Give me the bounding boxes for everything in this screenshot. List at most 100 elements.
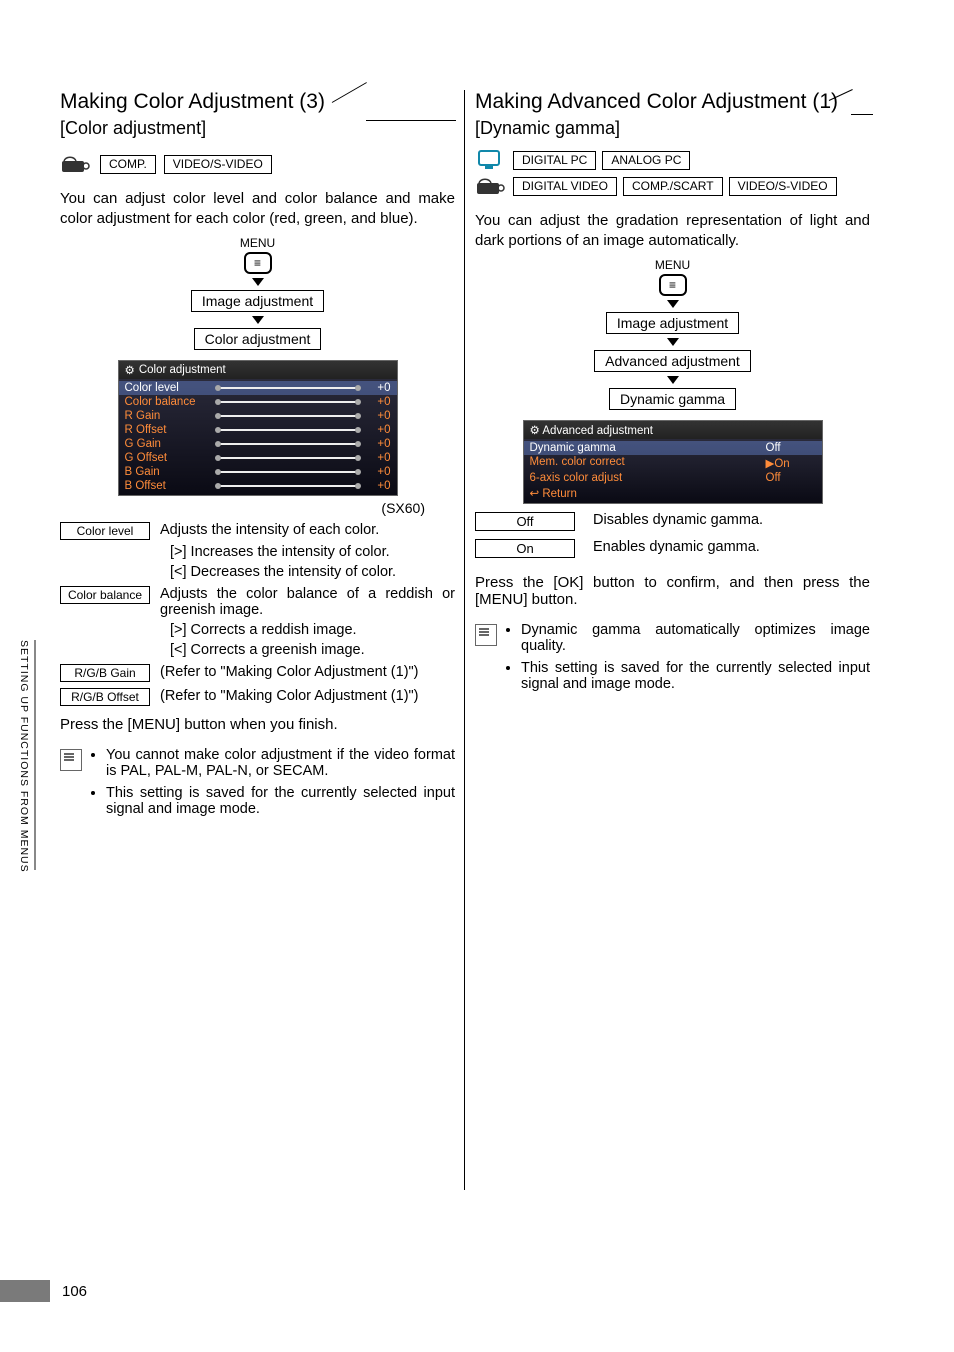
- flow-image-adjustment: Image adjustment: [191, 290, 324, 312]
- osd-row-label: R Gain: [125, 410, 215, 422]
- osd-row-label: B Offset: [125, 480, 215, 492]
- def-key-color-level: Color level: [60, 522, 150, 540]
- def-colorlevel-dec: [<] Decreases the intensity of color.: [170, 564, 455, 580]
- def-key-rgb-gain: R/G/B Gain: [60, 664, 150, 682]
- osd-row: B Offset +0: [119, 479, 397, 493]
- arrow-down-icon: [667, 300, 679, 308]
- osd-row-value: +0: [361, 452, 391, 464]
- osd-row-label: R Offset: [125, 424, 215, 436]
- title-line: [366, 120, 456, 121]
- option-key-off: Off: [475, 512, 575, 531]
- right-title: Making Advanced Color Adjustment (1): [475, 90, 870, 114]
- osd-row-value: Off: [766, 442, 816, 454]
- osd-row-label: 6-axis color adjust: [530, 472, 762, 484]
- osd-row-label: ↩ Return: [530, 486, 762, 500]
- osd-row-value: ▶On: [766, 456, 816, 470]
- def-val-rgb-offset: (Refer to "Making Color Adjustment (1)"): [160, 688, 455, 704]
- title-line: [851, 114, 873, 115]
- right-note-1: Dynamic gamma automatically optimizes im…: [521, 622, 870, 654]
- osd-row: R Offset +0: [119, 423, 397, 437]
- osd-row-label: G Offset: [125, 452, 215, 464]
- osd-row-value: +0: [361, 396, 391, 408]
- osd-row: G Gain +0: [119, 437, 397, 451]
- right-press-line: Press the [OK] button to confirm, and th…: [475, 574, 870, 608]
- left-note-1: You cannot make color adjustment if the …: [106, 747, 455, 779]
- osd-slider: [219, 471, 357, 473]
- def-key-rgb-offset: R/G/B Offset: [60, 688, 150, 706]
- def-val-rgb-gain: (Refer to "Making Color Adjustment (1)"): [160, 664, 455, 680]
- def-colorbalance-r: [>] Corrects a reddish image.: [170, 622, 455, 638]
- option-key-on: On: [475, 539, 575, 558]
- side-tab-line: [34, 640, 36, 870]
- osd-row-value: +0: [361, 382, 391, 394]
- projector-icon: [475, 175, 507, 197]
- osd-row-value: +0: [361, 410, 391, 422]
- osd-row-value: +0: [361, 466, 391, 478]
- def-colorbalance-g: [<] Corrects a greenish image.: [170, 642, 455, 658]
- note-icon: [60, 749, 82, 771]
- left-subtitle: [Color adjustment]: [60, 118, 455, 139]
- menu-label: MENU: [240, 236, 275, 250]
- column-divider: [464, 90, 465, 1190]
- note-icon: [475, 624, 497, 646]
- osd-row: Dynamic gammaOff: [524, 441, 822, 455]
- osd-row: Color level +0: [119, 381, 397, 395]
- osd-slider: [219, 485, 357, 487]
- badge-digital-video: DIGITAL VIDEO: [513, 177, 617, 196]
- flow-image-adjustment: Image adjustment: [606, 312, 739, 334]
- osd-slider: [219, 457, 357, 459]
- def-colorlevel-inc: [>] Increases the intensity of color.: [170, 544, 455, 560]
- left-press-line: Press the [MENU] button when you finish.: [60, 716, 455, 733]
- osd-row-value: +0: [361, 438, 391, 450]
- right-menu-flow: MENU ≡ Image adjustment Advanced adjustm…: [475, 258, 870, 410]
- osd-row-value: +0: [361, 480, 391, 492]
- right-intro: You can adjust the gradation representat…: [475, 211, 870, 250]
- option-val-off: Disables dynamic gamma.: [593, 512, 763, 528]
- menu-button-icon: ≡: [244, 252, 272, 274]
- flow-color-adjustment: Color adjustment: [194, 328, 322, 350]
- osd-slider: [219, 387, 357, 389]
- arrow-down-icon: [252, 278, 264, 286]
- monitor-icon: [475, 149, 507, 171]
- left-intro: You can adjust color level and color bal…: [60, 189, 455, 228]
- osd-row: B Gain +0: [119, 465, 397, 479]
- osd-row-value: +0: [361, 424, 391, 436]
- option-val-on: Enables dynamic gamma.: [593, 539, 760, 555]
- osd-row-label: B Gain: [125, 466, 215, 478]
- osd-row-label: G Gain: [125, 438, 215, 450]
- osd-row-value: Off: [766, 472, 816, 484]
- badge-video-svideo: VIDEO/S-VIDEO: [164, 155, 272, 174]
- arrow-down-icon: [667, 376, 679, 384]
- page-number: 106: [62, 1283, 87, 1300]
- flow-dynamic-gamma: Dynamic gamma: [609, 388, 736, 410]
- osd-row-label: Color level: [125, 382, 215, 394]
- flow-advanced-adjustment: Advanced adjustment: [594, 350, 751, 372]
- arrow-down-icon: [667, 338, 679, 346]
- osd-title: Color adjustment: [139, 364, 226, 376]
- badge-analog-pc: ANALOG PC: [602, 151, 690, 170]
- sx60-note: (SX60): [60, 500, 455, 516]
- badge-digital-pc: DIGITAL PC: [513, 151, 596, 170]
- osd-slider: [219, 415, 357, 417]
- osd-color-adjustment: ⚙Color adjustment Color level+0Color bal…: [118, 360, 398, 496]
- arrow-down-icon: [252, 316, 264, 324]
- badge-comp: COMP.: [100, 155, 156, 174]
- right-subtitle: [Dynamic gamma]: [475, 118, 870, 139]
- left-notes: You cannot make color adjustment if the …: [92, 747, 455, 823]
- osd-row: G Offset +0: [119, 451, 397, 465]
- osd-row-label: Color balance: [125, 396, 215, 408]
- def-val-color-balance: Adjusts the color balance of a reddish o…: [160, 586, 455, 618]
- osd-slider: [219, 429, 357, 431]
- right-column: Making Advanced Color Adjustment (1) [Dy…: [475, 90, 870, 1190]
- osd2-title: Advanced adjustment: [542, 425, 653, 437]
- left-note-2: This setting is saved for the currently …: [106, 785, 455, 817]
- osd-slider: [219, 443, 357, 445]
- osd-row: ↩ Return: [524, 485, 822, 501]
- osd-row: Color balance +0: [119, 395, 397, 409]
- menu-label: MENU: [655, 258, 690, 272]
- right-note-2: This setting is saved for the currently …: [521, 660, 870, 692]
- osd-row-label: Mem. color correct: [530, 456, 762, 470]
- left-menu-flow: MENU ≡ Image adjustment Color adjustment: [60, 236, 455, 350]
- badge-comp-scart: COMP./SCART: [623, 177, 723, 196]
- right-notes: Dynamic gamma automatically optimizes im…: [507, 622, 870, 698]
